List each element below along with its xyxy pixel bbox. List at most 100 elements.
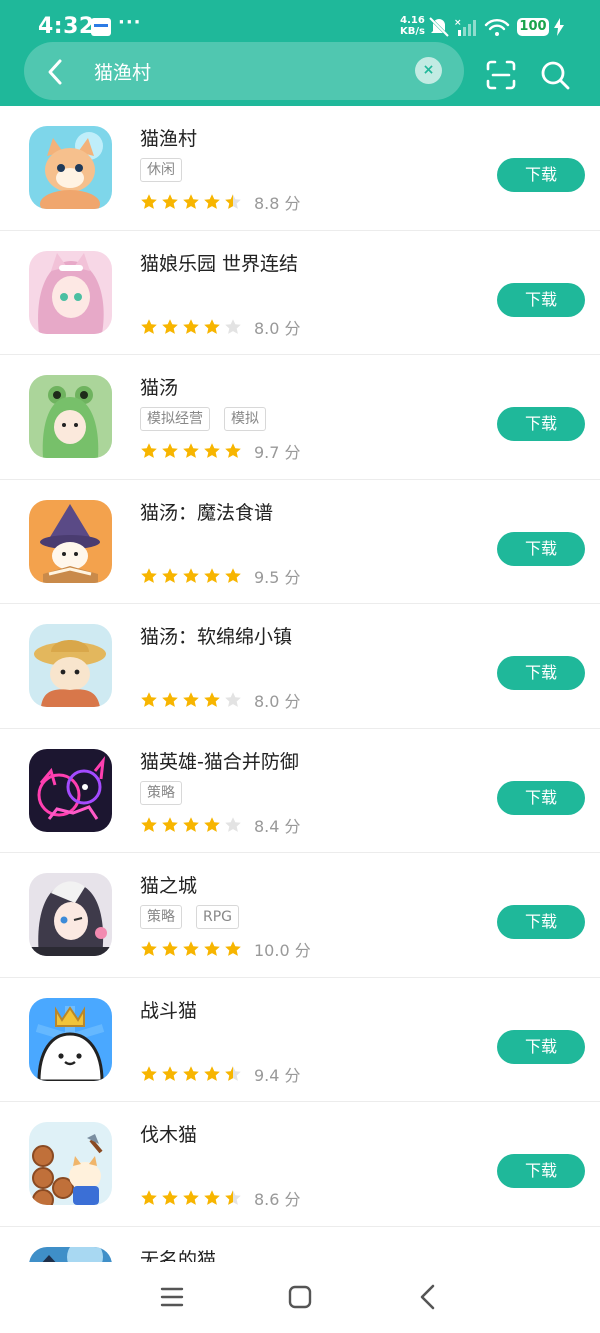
star-full-icon <box>183 941 199 956</box>
cat-city-icon[interactable] <box>29 873 112 956</box>
app-name[interactable]: 猫汤：魔法食谱 <box>140 498 273 525</box>
list-item[interactable]: 猫之城策略 RPG 10.0 分 下载 <box>0 853 600 978</box>
wifi-icon <box>484 19 510 36</box>
lumberjack-cat-icon[interactable] <box>29 1122 112 1205</box>
star-full-icon <box>204 443 220 458</box>
list-item[interactable]: 猫汤模拟经营 模拟 9.7 分 下载 <box>0 355 600 480</box>
app-rating: 9.5 分 <box>140 565 301 587</box>
back-button[interactable] <box>40 56 72 88</box>
clear-search-button[interactable]: × <box>415 57 442 84</box>
battle-cats-icon[interactable] <box>29 997 112 1081</box>
cat-soup-magic-recipe-icon[interactable] <box>29 499 112 583</box>
app-rating: 9.4 分 <box>140 1063 301 1085</box>
list-item[interactable]: 伐木猫 8.6 分 下载 <box>0 1102 600 1227</box>
star-full-icon <box>183 443 199 458</box>
star-empty-icon <box>225 816 241 832</box>
star-rating <box>140 691 242 709</box>
app-name[interactable]: 猫汤 <box>140 373 178 400</box>
star-full-icon <box>141 1065 157 1081</box>
list-item[interactable]: 猫汤：软绵绵小镇 8.0 分 下载 <box>0 604 600 729</box>
app-header: 4:32 ··· 4.16 KB/s × 100 猫渔村 × <box>0 0 600 106</box>
app-tags: 策略 RPG <box>140 905 240 929</box>
star-full-icon <box>162 816 178 832</box>
app-score: 8.4 分 <box>254 816 301 836</box>
download-button[interactable]: 下载 <box>497 158 585 192</box>
star-full-icon <box>204 816 220 832</box>
download-button[interactable]: 下载 <box>497 905 585 939</box>
app-score: 8.6 分 <box>254 1190 301 1209</box>
app-name[interactable]: 战斗猫 <box>140 996 197 1023</box>
download-button[interactable]: 下载 <box>497 1029 585 1064</box>
cat-soup-fluffy-town-icon[interactable] <box>29 624 112 707</box>
home-button[interactable] <box>288 1285 312 1309</box>
app-rating: 8.6 分 <box>140 1187 301 1209</box>
star-empty-icon <box>225 692 241 707</box>
system-back-button[interactable] <box>418 1284 438 1310</box>
star-full-icon <box>141 816 157 832</box>
app-rating: 8.4 分 <box>140 814 301 836</box>
app-tag: RPG <box>196 905 240 929</box>
app-name[interactable]: 猫之城 <box>140 871 197 898</box>
app-name[interactable]: 猫渔村 <box>140 124 197 151</box>
app-score: 9.5 分 <box>254 567 301 587</box>
app-rating: 8.0 分 <box>140 316 301 338</box>
download-button[interactable]: 下载 <box>497 780 585 815</box>
app-tags: 模拟经营 模拟 <box>140 407 266 431</box>
app-tag: 模拟经营 <box>140 407 210 431</box>
star-full-icon <box>162 1190 178 1205</box>
star-full-icon <box>141 318 157 334</box>
list-item[interactable]: 猫渔村休闲 8.8 分 下载 <box>0 106 600 231</box>
app-score: 8.0 分 <box>254 318 301 338</box>
star-rating <box>140 442 242 460</box>
cat-soup-icon[interactable] <box>29 375 112 458</box>
app-tag: 策略 <box>140 905 182 929</box>
app-name[interactable]: 猫汤：软绵绵小镇 <box>140 622 292 649</box>
list-item[interactable]: 战斗猫 9.4 分 下载 <box>0 978 600 1102</box>
star-full-icon <box>204 318 220 334</box>
download-button[interactable]: 下载 <box>497 407 585 441</box>
cat-fishing-village-icon[interactable] <box>29 126 112 209</box>
star-full-icon <box>162 194 178 209</box>
list-item[interactable]: 猫汤：魔法食谱 9.5 分 下载 <box>0 480 600 604</box>
download-button[interactable]: 下载 <box>497 531 585 566</box>
star-rating <box>140 816 242 834</box>
download-button[interactable]: 下载 <box>497 656 585 690</box>
app-tag: 策略 <box>140 780 182 805</box>
star-full-icon <box>204 941 220 956</box>
recent-apps-button[interactable] <box>160 1286 184 1308</box>
network-speed-value: 4.16 <box>400 15 425 26</box>
app-score: 9.4 分 <box>254 1065 301 1085</box>
catgirl-park-icon[interactable] <box>29 250 112 334</box>
search-results-list: 猫渔村 休闲 8.8 分下载 猫娘乐园 世界连结 8.0 分下载 猫汤 模拟经营 模拟 9.7 … <box>0 106 600 1333</box>
download-button[interactable]: 下载 <box>497 1154 585 1188</box>
star-rating <box>140 567 242 585</box>
app-tags: 策略 <box>140 780 182 805</box>
app-tag: 休闲 <box>140 158 182 182</box>
star-full-icon <box>141 567 157 583</box>
search-button[interactable] <box>538 58 572 92</box>
status-time: 4:32 <box>38 14 95 39</box>
app-name[interactable]: 伐木猫 <box>140 1120 197 1147</box>
app-rating: 8.8 分 <box>140 191 301 213</box>
star-full-icon <box>162 1065 178 1081</box>
app-name[interactable]: 猫娘乐园 世界连结 <box>140 249 298 276</box>
app-name[interactable]: 猫英雄-猫合并防御 <box>140 747 299 774</box>
list-item[interactable]: 猫英雄-猫合并防御 策略 8.4 分 下载 <box>0 729 600 853</box>
search-input[interactable] <box>94 58 394 84</box>
star-half-icon <box>225 1065 241 1081</box>
app-tags: 休闲 <box>140 158 182 182</box>
download-button[interactable]: 下载 <box>497 282 585 317</box>
app-rating: 9.7 分 <box>140 440 301 462</box>
star-full-icon <box>204 692 220 707</box>
app-score: 8.0 分 <box>254 692 301 711</box>
list-item[interactable]: 猫娘乐园 世界连结 8.0 分 下载 <box>0 231 600 355</box>
star-full-icon <box>183 1065 199 1081</box>
app-score: 9.7 分 <box>254 443 301 462</box>
star-rating <box>140 1065 242 1083</box>
cat-hero-icon[interactable] <box>29 748 112 832</box>
star-full-icon <box>141 194 157 209</box>
scan-button[interactable] <box>484 58 518 92</box>
network-speed-unit: KB/s <box>400 26 425 37</box>
app-rating: 10.0 分 <box>140 938 311 960</box>
battery-level: 100 <box>517 18 549 36</box>
